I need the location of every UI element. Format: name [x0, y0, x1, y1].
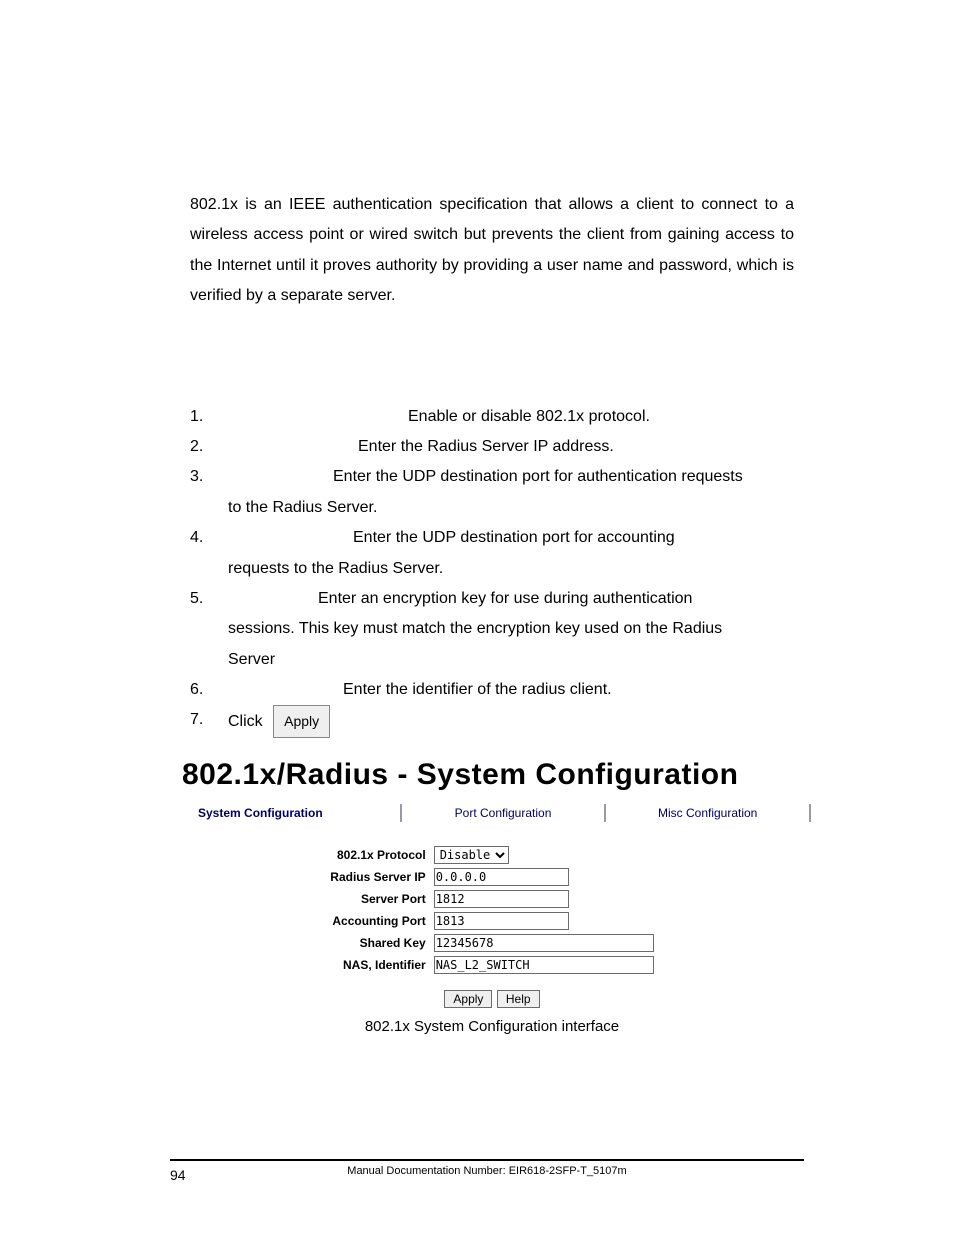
help-button[interactable]: Help [497, 990, 540, 1008]
select-8021x-protocol[interactable]: Disable [434, 846, 509, 864]
step-number: 4. [190, 523, 228, 553]
page-footer: 94 Manual Documentation Number: EIR618-2… [170, 1159, 804, 1177]
step-number: 2. [190, 432, 228, 462]
step-text: sessions. This key must match the encryp… [228, 614, 794, 644]
step-text: Enter an encryption key for use during a… [228, 584, 794, 614]
figure-caption: 802.1x System Configuration interface [190, 1018, 794, 1035]
config-tabs: System Configuration Port Configuration … [190, 802, 810, 824]
step-number: 3. [190, 462, 228, 492]
step-text: requests to the Radius Server. [228, 554, 794, 584]
step-text: Enter the Radius Server IP address. [228, 432, 794, 462]
intro-paragraph: 802.1x is an IEEE authentication specifi… [190, 190, 794, 312]
config-steps-list: 1. Enable or disable 802.1x protocol. 2.… [190, 402, 794, 739]
step-text: Click Apply [228, 705, 794, 738]
label-radius-server-ip: Radius Server IP [326, 866, 429, 888]
step-number: 1. [190, 402, 228, 432]
tab-port-configuration[interactable]: Port Configuration [401, 802, 606, 824]
step-number: 6. [190, 675, 228, 705]
label-accounting-port: Accounting Port [326, 910, 429, 932]
step-text: Enter the UDP destination port for authe… [228, 462, 794, 492]
label-nas-identifier: NAS, Identifier [326, 954, 429, 976]
apply-button[interactable]: Apply [444, 990, 492, 1008]
label-shared-key: Shared Key [326, 932, 429, 954]
input-server-port[interactable] [434, 890, 569, 908]
step-number: 7. [190, 705, 228, 735]
step-text: to the Radius Server. [228, 493, 794, 523]
input-nas-identifier[interactable] [434, 956, 654, 974]
tab-misc-configuration[interactable]: Misc Configuration [605, 802, 810, 824]
step-text: Enable or disable 802.1x protocol. [228, 402, 794, 432]
input-radius-server-ip[interactable] [434, 868, 569, 886]
step-number: 5. [190, 584, 228, 614]
step-text: Enter the UDP destination port for accou… [228, 523, 794, 553]
footer-doc-number: Manual Documentation Number: EIR618-2SFP… [170, 1165, 804, 1177]
system-config-form: 802.1x Protocol Disable Radius Server IP… [326, 844, 657, 976]
input-shared-key[interactable] [434, 934, 654, 952]
label-server-port: Server Port [326, 888, 429, 910]
section-heading: 802.1x/Radius - System Configuration [182, 758, 794, 792]
apply-button-illustration: Apply [273, 705, 330, 738]
input-accounting-port[interactable] [434, 912, 569, 930]
page-number: 94 [170, 1167, 186, 1183]
tab-system-configuration[interactable]: System Configuration [190, 802, 401, 824]
label-8021x-protocol: 802.1x Protocol [326, 844, 429, 866]
step-text: Server [228, 645, 794, 675]
step-text: Enter the identifier of the radius clien… [228, 675, 794, 705]
